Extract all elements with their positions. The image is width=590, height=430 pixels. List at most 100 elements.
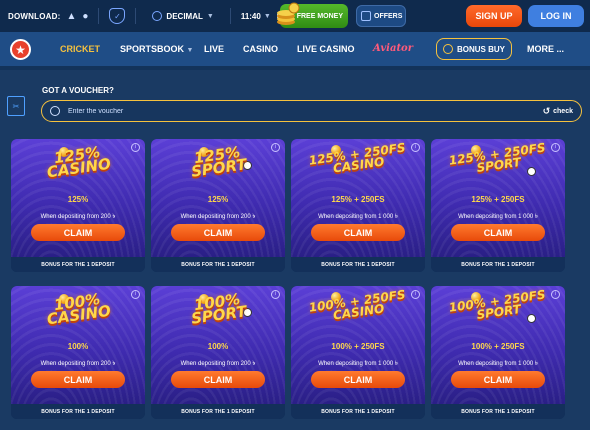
shield-icon[interactable]: ✓ [109, 8, 126, 24]
deposit-condition: When depositing from 1 000 ৳ [318, 214, 398, 220]
bonus-card[interactable]: i 125% SPORT 125% When depositing from 200 … [151, 139, 285, 272]
odds-icon [152, 11, 163, 21]
divider [135, 8, 137, 24]
bonus-buy-button[interactable]: BONUS BUY [436, 38, 512, 60]
promo-title: 125% SPORT [190, 142, 248, 181]
bonus-amount: 100% + 250FS [331, 342, 385, 351]
apple-icon[interactable]: ● [82, 11, 88, 22]
time-display[interactable]: 11:40 ▼ [241, 12, 271, 21]
bonus-amount: 125% + 250FS [471, 195, 525, 204]
bonus-amount: 125% + 250FS [331, 195, 385, 204]
bonus-buy-icon [443, 44, 453, 54]
bonus-card-footer: BONUS FOR THE 1 DEPOSIT [431, 257, 565, 272]
claim-button[interactable]: CLAIM [31, 224, 125, 241]
divider [98, 8, 100, 24]
android-icon[interactable]: ▲ [66, 11, 76, 22]
signup-button[interactable]: SIGN UP [466, 5, 522, 27]
bonus-buy-label: BONUS BUY [457, 44, 506, 54]
main-nav: ★ CRICKET SPORTSBOOK ▼ LIVE CASINO LIVE … [0, 32, 590, 66]
deposit-condition: When depositing from 200 ৳ [180, 361, 256, 367]
chevron-down-icon: ▼ [263, 12, 271, 20]
check-label: check [553, 107, 573, 115]
bonus-card-banner: i 100% + 250FS CASINO 100% + 250FS When dep… [291, 286, 425, 404]
deposit-condition: When depositing from 1 000 ৳ [318, 361, 398, 367]
download-label: DOWNLOAD: [8, 11, 61, 21]
promo-title: 100% SPORT [190, 289, 248, 328]
time-value: 11:40 [240, 11, 261, 21]
claim-button[interactable]: CLAIM [451, 371, 545, 388]
bonus-card[interactable]: i 125% CASINO 125% When depositing from 200… [11, 139, 145, 272]
deposit-condition: When depositing from 200 ৳ [40, 214, 116, 220]
bonus-card-banner: i 125% + 250FS SPORT 125% + 250FS When depo… [431, 139, 565, 257]
voucher-icon: ✂ [7, 96, 25, 116]
settings-icon [50, 106, 60, 116]
free-money-button[interactable]: FREE MONEY [277, 2, 348, 28]
nav-item-cricket[interactable]: CRICKET [60, 44, 100, 54]
divider [0, 66, 590, 70]
football-icon [527, 314, 536, 323]
bonus-amount: 125% [207, 195, 229, 204]
bonus-card-banner: i 125% SPORT 125% When depositing from 200 … [151, 139, 285, 257]
bonus-card[interactable]: i 125% + 250FS CASINO 125% + 250FS When dep… [291, 139, 425, 272]
voucher-form: ↺ check [41, 100, 582, 122]
offers-label: OFFERS [374, 12, 403, 20]
logo-star-icon[interactable]: ★ [10, 39, 31, 60]
claim-button[interactable]: CLAIM [451, 224, 545, 241]
bonus-card-banner: i 100% SPORT 100% When depositing from 200 … [151, 286, 285, 404]
bonus-card[interactable]: i 100% + 250FS SPORT 100% + 250FS When depo… [431, 286, 565, 419]
claim-button[interactable]: CLAIM [171, 371, 265, 388]
nav-item-aviator[interactable]: Aviator [373, 43, 413, 54]
nav-item-live-casino[interactable]: LIVE CASINO [297, 44, 355, 54]
bonus-card[interactable]: i 100% CASINO 100% When depositing from 200… [11, 286, 145, 419]
promo-title: 100% + 250FS CASINO [307, 287, 407, 323]
bonus-card-banner: i 125% + 250FS CASINO 125% + 250FS When dep… [291, 139, 425, 257]
promo-title: 125% + 250FS CASINO [307, 140, 407, 176]
promo-title: 100% + 250FS SPORT [447, 287, 547, 322]
bonus-card-footer: BONUS FOR THE 1 DEPOSIT [431, 404, 565, 419]
voucher-input[interactable] [68, 107, 543, 115]
nav-item-label: SPORTSBOOK [120, 44, 185, 54]
login-button[interactable]: LOG IN [528, 5, 584, 27]
nav-item-casino[interactable]: CASINO [243, 44, 278, 54]
chevron-down-icon: ▼ [206, 12, 214, 20]
check-button[interactable]: ↺ check [543, 106, 573, 117]
bonus-card-footer: BONUS FOR THE 1 DEPOSIT [151, 257, 285, 272]
bonus-card-banner: i 100% CASINO 100% When depositing from 200… [11, 286, 145, 404]
claim-button[interactable]: CLAIM [311, 224, 405, 241]
bonus-card-footer: BONUS FOR THE 1 DEPOSIT [151, 404, 285, 419]
odds-format-select[interactable]: DECIMAL ▼ [146, 5, 219, 27]
bonus-card-footer: BONUS FOR THE 1 DEPOSIT [11, 257, 145, 272]
nav-item-sportsbook[interactable]: SPORTSBOOK ▼ [120, 44, 193, 54]
promo-title: 100% CASINO [45, 289, 112, 329]
promo-title: 125% + 250FS SPORT [447, 140, 547, 175]
deposit-condition: When depositing from 1 000 ৳ [458, 361, 538, 367]
offers-button[interactable]: OFFERS [356, 5, 406, 27]
coins-icon [277, 2, 300, 25]
bonus-card[interactable]: i 100% SPORT 100% When depositing from 200 … [151, 286, 285, 419]
bonus-card[interactable]: i 125% + 250FS SPORT 125% + 250FS When depo… [431, 139, 565, 272]
bonus-card-banner: i 100% + 250FS SPORT 100% + 250FS When depo… [431, 286, 565, 404]
bonus-amount: 100% [207, 342, 229, 351]
chevron-down-icon: ▼ [186, 47, 194, 54]
bonus-card-footer: BONUS FOR THE 1 DEPOSIT [291, 257, 425, 272]
bonus-card-banner: i 125% CASINO 125% When depositing from 200… [11, 139, 145, 257]
bonus-card[interactable]: i 100% + 250FS CASINO 100% + 250FS When dep… [291, 286, 425, 419]
nav-item-live[interactable]: LIVE [204, 44, 224, 54]
bonus-card-footer: BONUS FOR THE 1 DEPOSIT [291, 404, 425, 419]
claim-button[interactable]: CLAIM [31, 371, 125, 388]
odds-format-value: DECIMAL [166, 11, 203, 21]
nav-item-more[interactable]: MORE ... [527, 44, 564, 54]
claim-button[interactable]: CLAIM [171, 224, 265, 241]
deposit-condition: When depositing from 1 000 ৳ [458, 214, 538, 220]
gift-icon [361, 11, 371, 21]
bonus-amount: 100% + 250FS [471, 342, 525, 351]
divider [229, 8, 231, 24]
claim-button[interactable]: CLAIM [311, 371, 405, 388]
deposit-condition: When depositing from 200 ৳ [40, 361, 116, 367]
football-icon [527, 167, 536, 176]
check-icon: ↺ [542, 105, 551, 116]
bonus-card-footer: BONUS FOR THE 1 DEPOSIT [11, 404, 145, 419]
promo-title: 125% CASINO [45, 142, 112, 182]
bonus-amount: 100% [67, 342, 89, 351]
voucher-title: GOT A VOUCHER? [42, 86, 114, 95]
